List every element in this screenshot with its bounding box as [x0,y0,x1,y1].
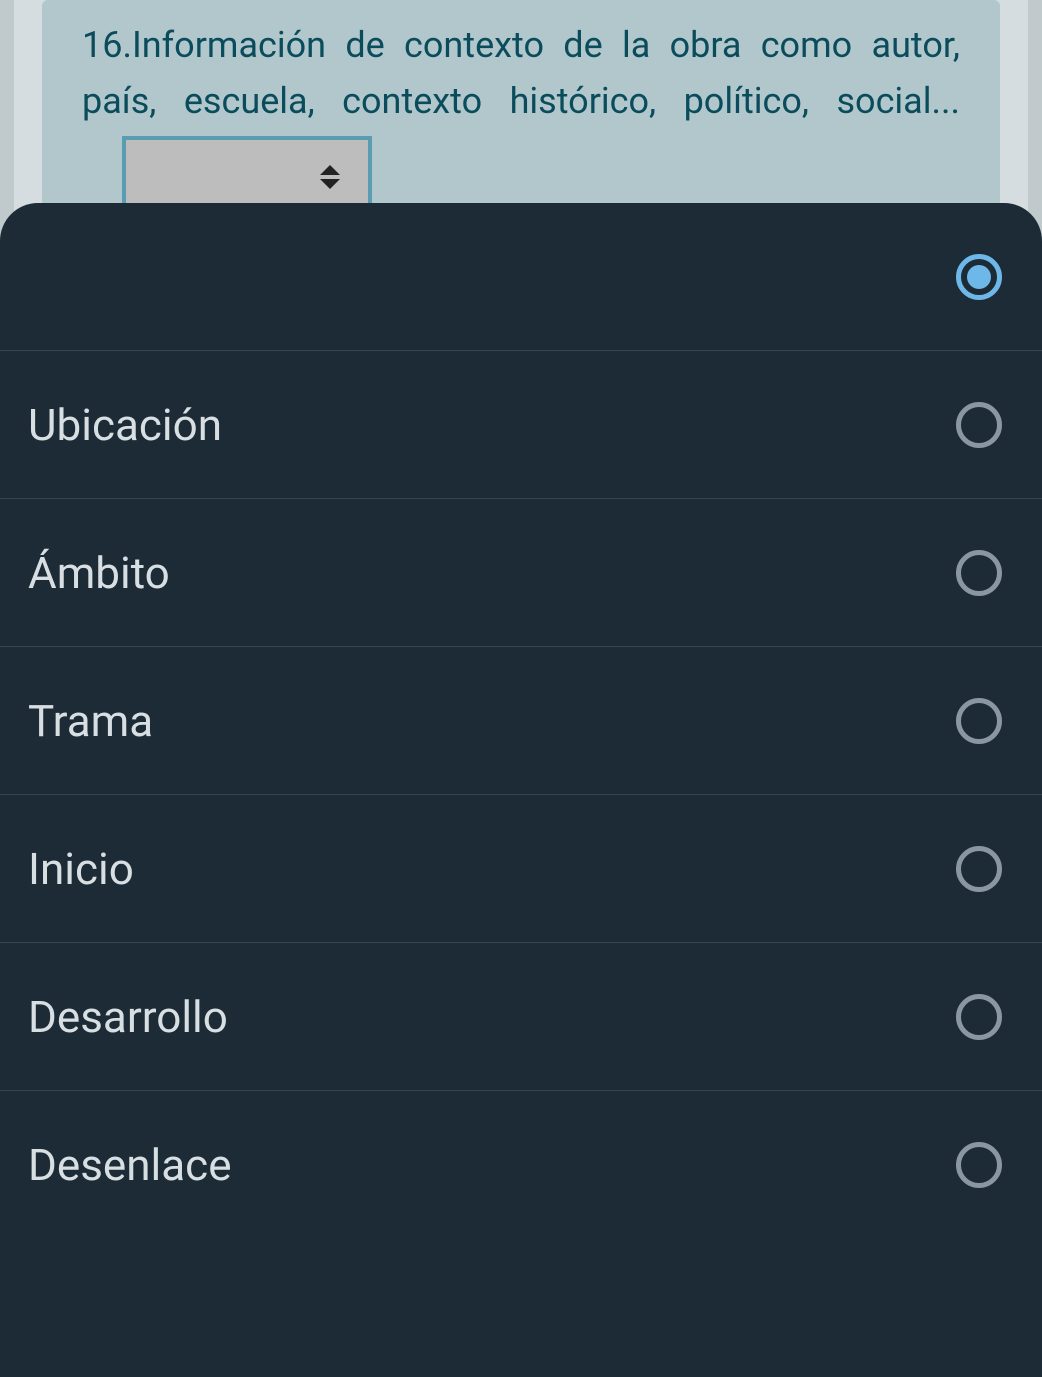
radio-unselected-icon [956,698,1002,744]
dropdown-option-desarrollo[interactable]: Desarrollo [0,943,1042,1091]
radio-unselected-icon [956,402,1002,448]
option-label: Desarrollo [28,991,228,1043]
radio-unselected-icon [956,1142,1002,1188]
select-arrows-icon [320,165,340,189]
radio-unselected-icon [956,994,1002,1040]
radio-selected-icon [956,254,1002,300]
dropdown-option-ambito[interactable]: Ámbito [0,499,1042,647]
dropdown-option-ubicacion[interactable]: Ubicación [0,351,1042,499]
dropdown-panel: Ubicación Ámbito Trama Inicio Desarrollo… [0,203,1042,1377]
dropdown-option-desenlace[interactable]: Desenlace [0,1091,1042,1239]
option-label: Inicio [28,843,134,895]
option-label: Trama [28,695,153,747]
option-label: Desenlace [28,1139,232,1191]
question-body: Información de contexto de la obra como … [82,24,960,122]
question-number: 16. [82,24,132,66]
option-label: Ubicación [28,399,222,451]
dropdown-option-inicio[interactable]: Inicio [0,795,1042,943]
dropdown-option-trama[interactable]: Trama [0,647,1042,795]
radio-unselected-icon [956,846,1002,892]
dropdown-option-empty[interactable] [0,203,1042,351]
option-label: Ámbito [28,547,170,599]
radio-unselected-icon [956,550,1002,596]
question-text: 16.Información de contexto de la obra co… [82,18,960,212]
